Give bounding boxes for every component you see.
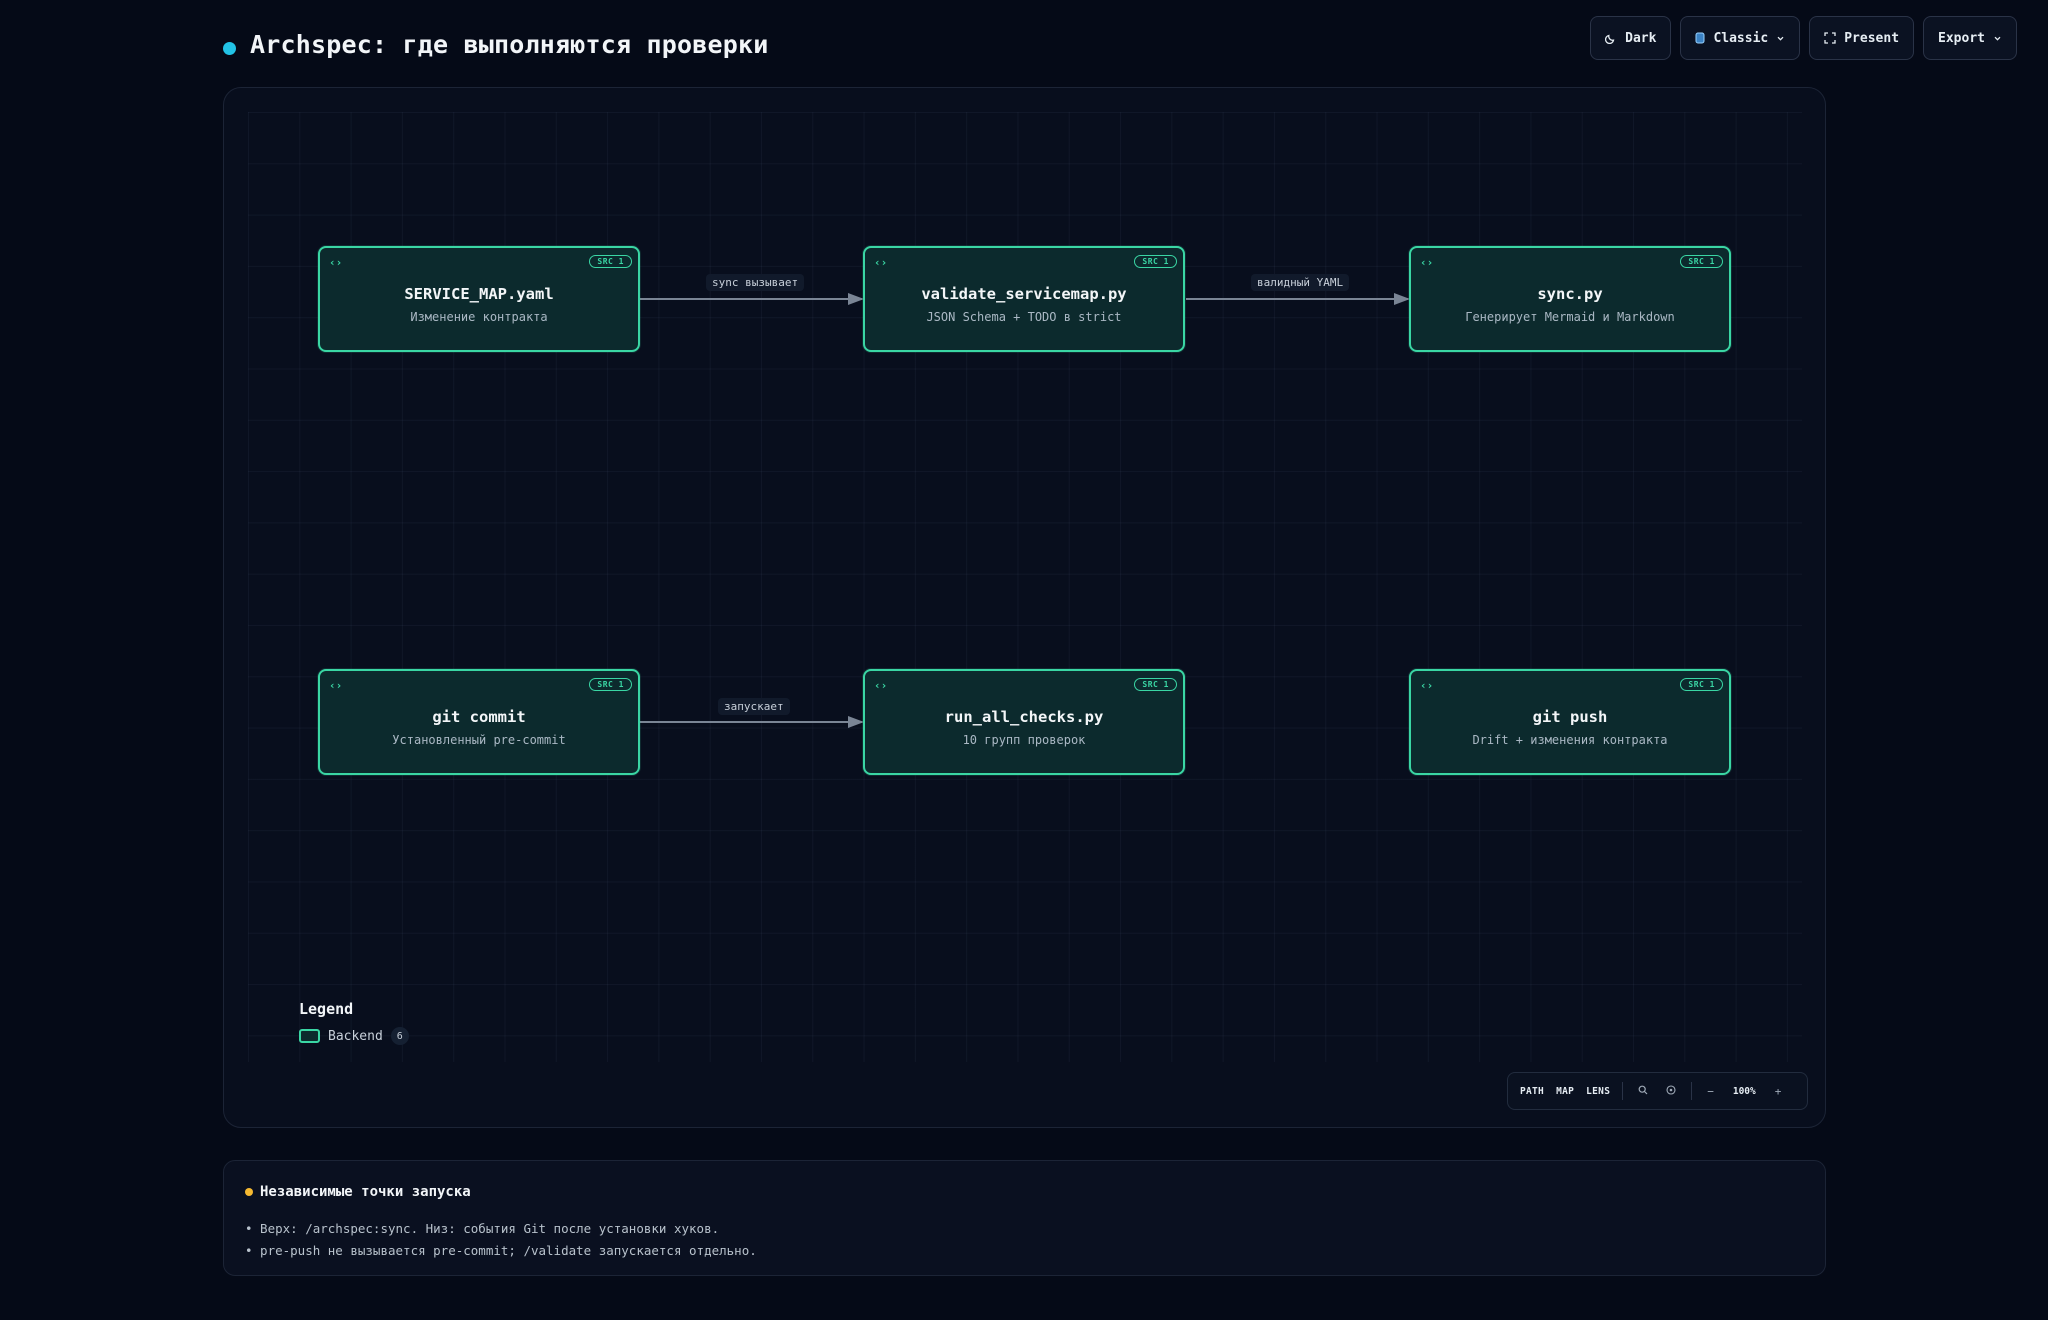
notes-list: • Верх: /archspec:sync. Низ: события Git…	[245, 1218, 757, 1262]
notes-panel: Независимые точки запуска • Верх: /archs…	[223, 1160, 1826, 1276]
node-subtitle: Установленный pre-commit	[392, 733, 566, 747]
edge-label: запускает	[718, 698, 790, 715]
code-icon: ‹›	[329, 679, 343, 692]
path-mode-button[interactable]: PATH	[1514, 1086, 1550, 1097]
export-label: Export	[1938, 30, 1985, 46]
node-subtitle: JSON Schema + TODO в strict	[926, 310, 1122, 324]
moon-icon	[1605, 32, 1617, 44]
legend-count: 6	[390, 1027, 409, 1045]
legend-swatch	[299, 1029, 320, 1043]
export-button[interactable]: Export	[1923, 16, 2017, 60]
source-badge: SRC 1	[1680, 255, 1723, 268]
fit-view-icon[interactable]	[1657, 1084, 1685, 1098]
zoom-level: 100%	[1732, 1085, 1756, 1097]
source-badge: SRC 1	[589, 678, 632, 691]
list-item: • Верх: /archspec:sync. Низ: события Git…	[245, 1221, 720, 1236]
theme-toggle-button[interactable]: Dark	[1590, 16, 1672, 60]
chevron-down-icon	[1993, 34, 2002, 43]
node-title: git commit	[432, 708, 526, 726]
diagram-canvas[interactable]	[223, 87, 1826, 1128]
code-icon: ‹›	[1420, 256, 1434, 269]
node-git-commit[interactable]: ‹› SRC 1 git commit Установленный pre-co…	[318, 669, 640, 775]
divider	[1622, 1082, 1624, 1100]
notes-header: Независимые точки запуска	[245, 1184, 471, 1200]
node-git-push[interactable]: ‹› SRC 1 git push Drift + изменения конт…	[1409, 669, 1731, 775]
edge-label: sync вызывает	[706, 274, 805, 291]
search-icon[interactable]	[1629, 1085, 1657, 1098]
node-title: git push	[1532, 708, 1608, 726]
node-subtitle: Изменение контракта	[410, 310, 548, 324]
legend-label: Backend	[328, 1028, 383, 1044]
code-icon: ‹›	[874, 256, 888, 269]
theme-toggle-label: Dark	[1625, 30, 1657, 46]
divider	[1691, 1082, 1693, 1100]
node-title: validate_servicemap.py	[921, 285, 1127, 303]
map-mode-button[interactable]: MAP	[1550, 1086, 1580, 1097]
node-service-map[interactable]: ‹› SRC 1 SERVICE_MAP.yaml Изменение конт…	[318, 246, 640, 352]
node-validate-servicemap[interactable]: ‹› SRC 1 validate_servicemap.py JSON Sch…	[863, 246, 1185, 352]
source-badge: SRC 1	[1680, 678, 1723, 691]
legend-item-backend[interactable]: Backend 6	[299, 1027, 409, 1045]
node-subtitle: 10 групп проверок	[962, 733, 1086, 747]
zoom-in-button[interactable]: +	[1766, 1085, 1791, 1098]
notes-title: Независимые точки запуска	[260, 1184, 471, 1200]
present-button[interactable]: Present	[1809, 16, 1915, 60]
toolbar: Dark Classic Present Export	[1590, 16, 2017, 60]
chevron-down-icon	[1776, 34, 1785, 43]
list-item: • pre-push не вызывается pre-commit; /va…	[245, 1243, 757, 1258]
node-subtitle: Генерирует Mermaid и Markdown	[1465, 310, 1675, 324]
edge-label: валидный YAML	[1251, 274, 1350, 291]
present-label: Present	[1844, 30, 1900, 46]
node-title: sync.py	[1537, 285, 1603, 303]
legend: Legend Backend 6	[299, 1000, 409, 1045]
page-title: Archspec: где выполняются проверки	[250, 30, 769, 59]
canvas-controls: PATH MAP LENS − 100% +	[1507, 1072, 1808, 1110]
source-badge: SRC 1	[1134, 255, 1177, 268]
style-select-button[interactable]: Classic	[1680, 16, 1801, 60]
code-icon: ‹›	[874, 679, 888, 692]
header: Archspec: где выполняются проверки Dark …	[0, 0, 2048, 90]
source-badge: SRC 1	[1134, 678, 1177, 691]
code-icon: ‹›	[329, 256, 343, 269]
node-title: run_all_checks.py	[944, 708, 1104, 726]
legend-title: Legend	[299, 1000, 354, 1018]
source-badge: SRC 1	[589, 255, 632, 268]
palette-icon	[1695, 32, 1705, 44]
lens-mode-button[interactable]: LENS	[1580, 1086, 1616, 1097]
node-title: SERVICE_MAP.yaml	[404, 285, 554, 303]
node-subtitle: Drift + изменения контракта	[1472, 733, 1668, 747]
node-sync[interactable]: ‹› SRC 1 sync.py Генерирует Mermaid и Ma…	[1409, 246, 1731, 352]
fullscreen-icon	[1824, 32, 1836, 44]
node-run-all-checks[interactable]: ‹› SRC 1 run_all_checks.py 10 групп пров…	[863, 669, 1185, 775]
status-dot	[223, 42, 236, 55]
zoom-out-button[interactable]: −	[1698, 1085, 1723, 1098]
code-icon: ‹›	[1420, 679, 1434, 692]
notes-dot	[245, 1188, 253, 1196]
style-select-label: Classic	[1713, 30, 1769, 46]
